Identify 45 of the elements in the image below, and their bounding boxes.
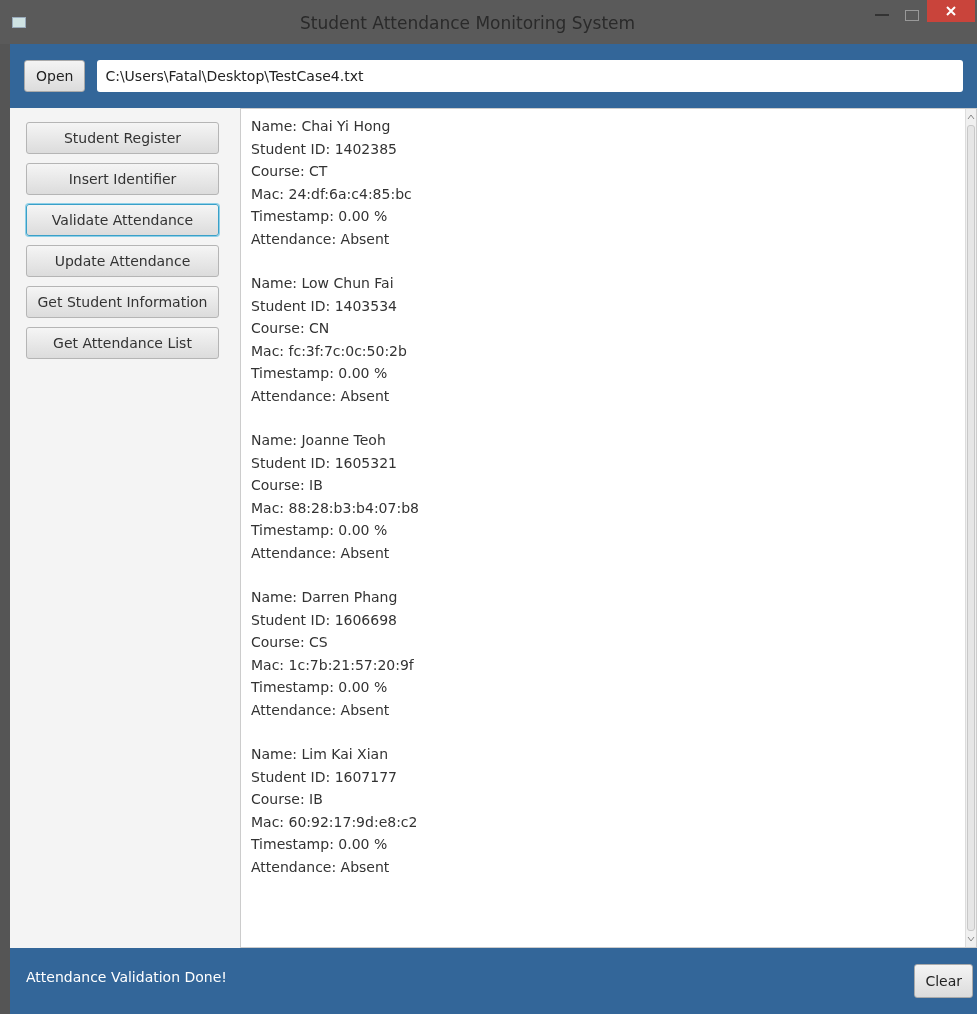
sidebar-button[interactable]: Validate Attendance — [26, 204, 219, 236]
status-message: Attendance Validation Done! — [26, 968, 227, 987]
record-line: Name: Chai Yi Hong — [251, 117, 391, 136]
sidebar-button[interactable]: Student Register — [26, 122, 219, 154]
record-line: Student ID: 1606698 — [251, 610, 397, 630]
record-line: Name: Low Chun Fai — [251, 274, 394, 293]
record-line: Mac: 60:92:17:9d:e8:c2 — [251, 812, 418, 832]
app-icon — [12, 16, 26, 28]
record-line: Timestamp: 0.00 % — [251, 364, 388, 383]
sidebar-button[interactable]: Update Attendance — [26, 245, 219, 277]
record-line: Name: Joanne Teoh — [251, 431, 386, 450]
path-field[interactable]: C:\Users\Fatal\Desktop\TestCase4.txt — [97, 60, 963, 92]
record-line: Mac: 88:28:b3:b4:07:b8 — [251, 498, 419, 518]
close-button[interactable] — [927, 0, 975, 22]
sidebar-button[interactable]: Get Student Information — [26, 286, 219, 318]
record-line: Course: CN — [251, 319, 330, 338]
record-line: Attendance: Absent — [251, 543, 390, 563]
record-line: Attendance: Absent — [251, 857, 390, 877]
record-line: Student ID: 1605321 — [251, 453, 397, 473]
record-line: Course: IB — [251, 790, 323, 809]
sidebar-button[interactable]: Insert Identifier — [26, 163, 219, 195]
record-line: Course: CS — [251, 633, 328, 652]
record-line: Mac: 1c:7b:21:57:20:9f — [251, 655, 414, 675]
record-line: Course: CT — [251, 162, 328, 181]
record-line: Attendance: Absent — [251, 700, 390, 720]
close-icon — [946, 6, 956, 16]
scroll-up-icon[interactable] — [967, 113, 975, 121]
record-line: Course: IB — [251, 476, 323, 495]
record-line: Student ID: 1607177 — [251, 767, 397, 787]
scroll-down-icon[interactable] — [967, 935, 975, 943]
record-line: Mac: 24:df:6a:c4:85:bc — [251, 184, 412, 204]
sidebar-button[interactable]: Get Attendance List — [26, 327, 219, 359]
record-line: Timestamp: 0.00 % — [251, 678, 388, 697]
record-line: Attendance: Absent — [251, 229, 390, 249]
record-line: Mac: fc:3f:7c:0c:50:2b — [251, 341, 407, 361]
record-line: Timestamp: 0.00 % — [251, 521, 388, 540]
clear-button[interactable]: Clear — [914, 964, 973, 998]
record-line: Attendance: Absent — [251, 386, 390, 406]
record-line: Timestamp: 0.00 % — [251, 207, 388, 226]
open-button[interactable]: Open — [24, 60, 86, 92]
record-line: Timestamp: 0.00 % — [251, 835, 388, 854]
record-line: Name: Darren Phang — [251, 588, 398, 607]
record-line: Student ID: 1403534 — [251, 296, 397, 316]
record-line: Name: Lim Kai Xian — [251, 745, 389, 764]
record-line: Student ID: 1402385 — [251, 139, 397, 159]
